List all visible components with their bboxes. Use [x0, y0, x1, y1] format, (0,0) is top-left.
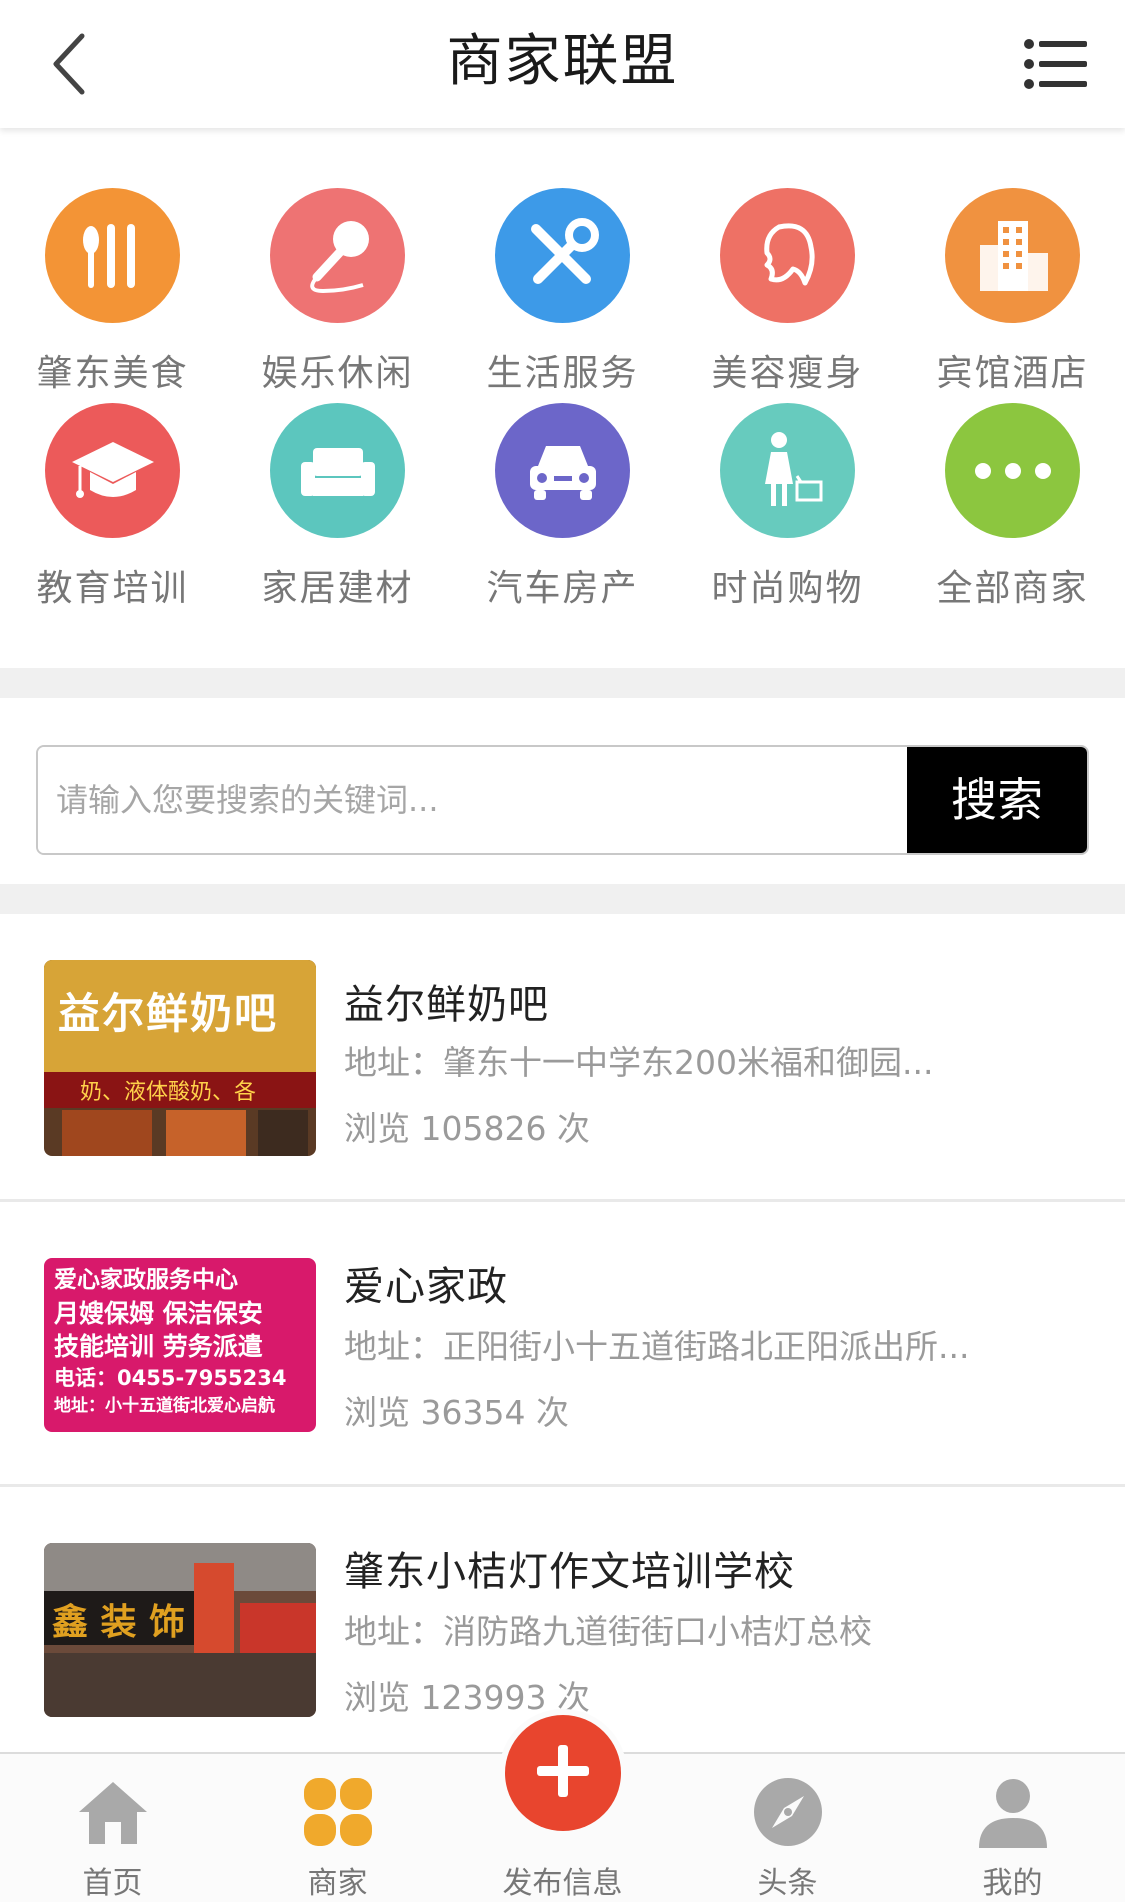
merchant-address: 地址：消防路九道街街口小桔灯总校 — [344, 1612, 872, 1651]
merchant-list-item[interactable]: 益尔鲜奶吧 奶、液体酸奶、各 益尔鲜奶吧 地址：肇东十一中学东200米福和御园.… — [0, 916, 1125, 1200]
category-all[interactable]: 全部商家 — [900, 343, 1125, 609]
category-label: 全部商家 — [936, 568, 1089, 609]
shopper-icon — [720, 403, 855, 538]
face-profile-icon — [720, 188, 855, 323]
section-divider — [0, 884, 1125, 914]
compass-icon — [750, 1774, 826, 1850]
page-title: 商家联盟 — [446, 29, 679, 94]
category-home[interactable]: 家居建材 — [225, 343, 450, 609]
clover-icon — [300, 1774, 376, 1850]
list-menu-icon[interactable] — [1021, 30, 1089, 98]
merchant-thumbnail: 鑫 装 饰 — [44, 1543, 316, 1717]
category-label: 时尚购物 — [711, 568, 864, 609]
merchant-name: 肇东小桔灯作文培训学校 — [344, 1549, 795, 1595]
category-shopping[interactable]: 时尚购物 — [675, 343, 900, 609]
merchant-address: 地址：正阳街小十五道街路北正阳派出所... — [344, 1327, 970, 1366]
category-label: 教育培训 — [36, 568, 189, 609]
tab-label: 首页 — [82, 1866, 143, 1901]
category-label: 家居建材 — [261, 568, 414, 609]
section-divider — [0, 668, 1125, 698]
search-input[interactable] — [38, 747, 908, 853]
tools-icon — [495, 188, 630, 323]
merchant-list-item[interactable]: 爱心家政服务中心 月嫂保姆 保洁保安 技能培训 劳务派遣 电话：0455-795… — [0, 1202, 1125, 1486]
tab-label: 商家 — [307, 1866, 368, 1901]
microphone-icon — [270, 188, 405, 323]
sofa-icon — [270, 403, 405, 538]
merchant-thumbnail: 益尔鲜奶吧 奶、液体酸奶、各 — [44, 960, 316, 1156]
category-education[interactable]: 教育培训 — [0, 343, 225, 609]
publish-button[interactable] — [505, 1715, 621, 1831]
category-hotel[interactable]: 宾馆酒店 — [900, 128, 1125, 394]
search-bar: 搜索 — [36, 745, 1089, 855]
plus-icon — [531, 1739, 595, 1807]
tab-label: 发布信息 — [502, 1866, 623, 1901]
more-dots-icon — [945, 403, 1080, 538]
tab-me[interactable]: 我的 — [900, 1754, 1125, 1902]
tab-headlines[interactable]: 头条 — [675, 1754, 900, 1902]
tab-label: 我的 — [982, 1866, 1043, 1901]
merchant-thumbnail: 爱心家政服务中心 月嫂保姆 保洁保安 技能培训 劳务派遣 电话：0455-795… — [44, 1258, 316, 1432]
graduation-cap-icon — [45, 403, 180, 538]
tab-home[interactable]: 首页 — [0, 1754, 225, 1902]
home-icon — [75, 1774, 151, 1850]
category-services[interactable]: 生活服务 — [450, 128, 675, 394]
category-auto-realestate[interactable]: 汽车房产 — [450, 343, 675, 609]
building-icon — [945, 188, 1080, 323]
search-button[interactable]: 搜索 — [907, 747, 1087, 853]
merchant-address: 地址：肇东十一中学东200米福和御园... — [344, 1043, 934, 1082]
category-food[interactable]: 肇东美食 — [0, 128, 225, 394]
tab-merchants[interactable]: 商家 — [225, 1754, 450, 1902]
user-icon — [975, 1774, 1051, 1850]
category-grid: 肇东美食 娱乐休闲 生活服务 美容瘦身 宾馆酒店 教育培训 家居建材 汽车房产 … — [0, 128, 1125, 668]
merchant-views: 浏览 105826 次 — [344, 1109, 590, 1148]
merchant-views: 浏览 123993 次 — [344, 1678, 590, 1717]
merchant-name: 益尔鲜奶吧 — [344, 982, 549, 1028]
fork-knife-icon — [45, 188, 180, 323]
category-label: 汽车房产 — [486, 568, 639, 609]
app-header: 商家联盟 — [0, 0, 1125, 128]
category-beauty[interactable]: 美容瘦身 — [675, 128, 900, 394]
merchant-views: 浏览 36354 次 — [344, 1393, 569, 1432]
car-icon — [495, 403, 630, 538]
merchant-name: 爱心家政 — [344, 1264, 508, 1310]
category-entertainment[interactable]: 娱乐休闲 — [225, 128, 450, 394]
tab-label: 头条 — [757, 1866, 818, 1901]
